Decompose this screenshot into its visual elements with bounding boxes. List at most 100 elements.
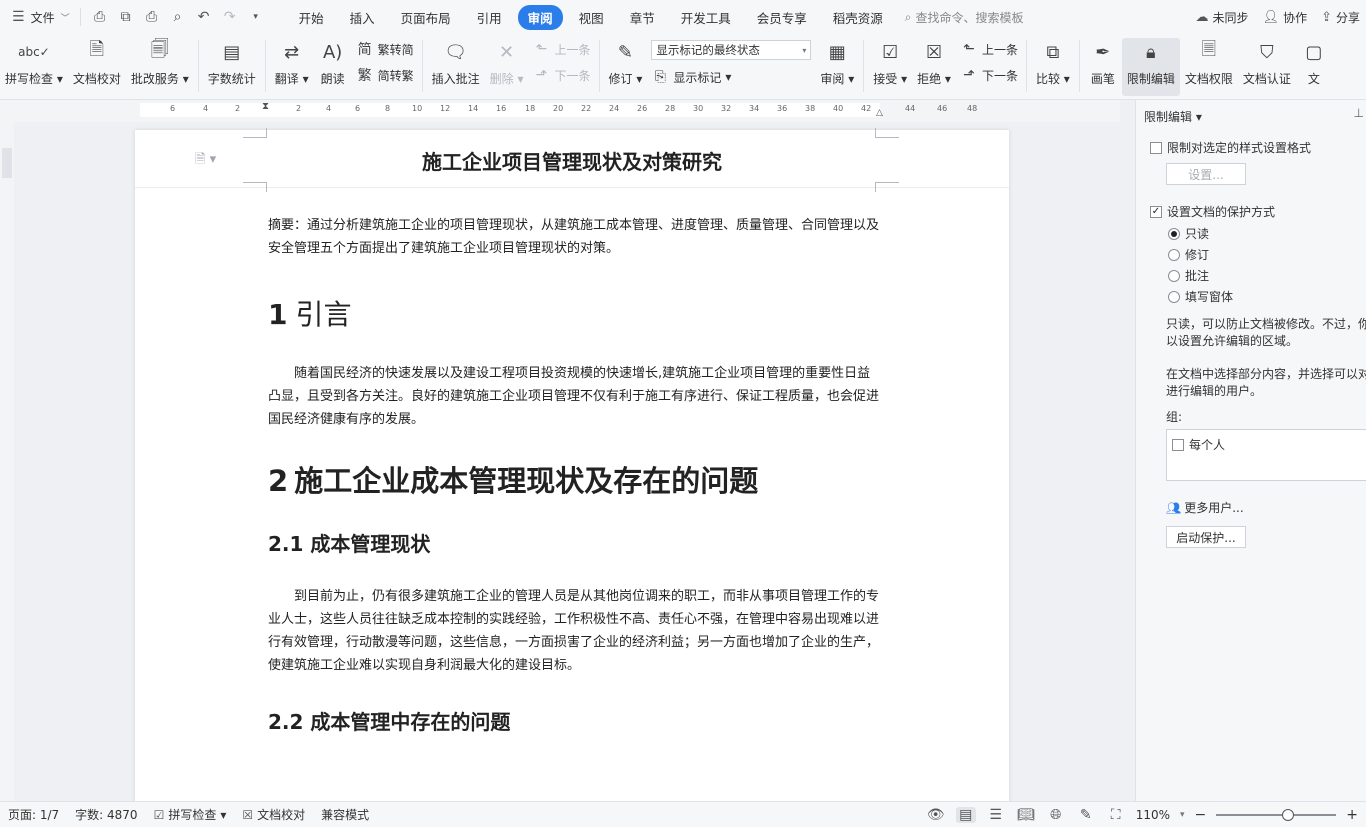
- outline-view-icon[interactable]: ☰: [986, 807, 1006, 823]
- read-aloud-button[interactable]: A) 朗读: [314, 38, 352, 96]
- ruler-tick: 44: [905, 104, 916, 113]
- heading-text: 引言: [295, 298, 352, 331]
- ribbon-overflow-button[interactable]: ▢ 文: [1296, 38, 1328, 96]
- reading-view-icon[interactable]: 📖︎: [1016, 807, 1036, 823]
- tab-review[interactable]: 审阅: [517, 4, 563, 30]
- undo-icon[interactable]: ↶: [193, 9, 215, 25]
- save-icon[interactable]: ⎙: [89, 9, 111, 25]
- indent-marker[interactable]: ⧗: [262, 101, 269, 112]
- pane-description-2: 在文档中选择部分内容，并选择可以对 进行编辑的用户。: [1166, 366, 1366, 400]
- revise-button[interactable]: ✎ 修订 ▾: [604, 38, 648, 96]
- sync-status-button[interactable]: ☁ 未同步: [1196, 9, 1249, 26]
- chevron-down-icon[interactable]: ▾: [1180, 810, 1185, 820]
- reject-button[interactable]: ☒ 拒绝 ▾: [912, 38, 956, 96]
- print-icon[interactable]: ⎙: [141, 9, 163, 25]
- document-page[interactable]: 🗎︎ ▾ 施工企业项目管理现状及对策研究 摘要：通过分析建筑施工企业的项目管理现…: [135, 128, 1009, 801]
- compare-button[interactable]: ⧉ 比较 ▾: [1031, 38, 1075, 96]
- radio-readonly[interactable]: 只读: [1168, 225, 1209, 242]
- command-search[interactable]: ⌕ 查找命令、搜索模板: [905, 9, 1024, 26]
- pen-button[interactable]: ✒ 画笔: [1084, 38, 1122, 96]
- export-pdf-icon[interactable]: ⧉: [115, 9, 137, 25]
- page-header[interactable]: 🗎︎ ▾ 施工企业项目管理现状及对策研究: [135, 130, 1009, 188]
- everyone-checkbox[interactable]: 每个人: [1172, 436, 1225, 453]
- doc-proof-status-label: 文档校对: [257, 808, 306, 822]
- group-list[interactable]: 每个人: [1166, 429, 1366, 481]
- insert-comment-button[interactable]: 🗨︎ 插入批注: [427, 38, 485, 96]
- tab-references[interactable]: 引用: [467, 5, 512, 30]
- correction-service-button[interactable]: 🗐︎ 批改服务 ▾: [126, 38, 194, 96]
- review-pane-button[interactable]: ▦ 审阅 ▾: [815, 38, 859, 96]
- restrict-edit-button[interactable]: 🔒︎ 限制编辑: [1121, 38, 1180, 96]
- limit-format-checkbox[interactable]: 限制对选定的样式设置格式: [1150, 139, 1311, 156]
- share-button[interactable]: ⇪ 分享: [1321, 9, 1360, 26]
- tab-developer[interactable]: 开发工具: [671, 5, 741, 30]
- tab-member[interactable]: 会员专享: [747, 5, 817, 30]
- zoom-slider-thumb[interactable]: [1282, 809, 1295, 821]
- show-markup-button[interactable]: ⎘ 显示标记 ▾: [651, 68, 811, 86]
- file-menu[interactable]: ☰ 文件 ﹀: [0, 0, 80, 34]
- translate-label: 翻译: [274, 72, 299, 86]
- spell-check-button[interactable]: abc✓ 拼写检查 ▾: [0, 38, 68, 96]
- redo-icon[interactable]: ↷: [219, 9, 241, 25]
- markup-state-select[interactable]: 显示标记的最终状态 ▾: [651, 40, 812, 60]
- review-pane-icon: ▦: [828, 41, 846, 63]
- next-change-button[interactable]: ⬏ 下一条: [960, 66, 1018, 84]
- protect-method-checkbox[interactable]: ✓ 设置文档的保护方式: [1150, 203, 1275, 220]
- document-body[interactable]: 摘要：通过分析建筑施工企业的项目管理现状，从建筑施工成本管理、进度管理、质量管理…: [268, 214, 880, 763]
- doc-auth-button[interactable]: ⛉ 文档认证: [1238, 38, 1296, 96]
- next-change-icon: ⬏: [963, 67, 975, 83]
- collab-button[interactable]: 👤︎ 协作: [1263, 9, 1308, 26]
- fit-page-icon[interactable]: ⛶: [1106, 807, 1126, 823]
- pane-title[interactable]: 限制编辑 ▾: [1144, 108, 1202, 125]
- doc-proof-button[interactable]: 🗎︎ 文档校对: [68, 38, 126, 96]
- tab-view[interactable]: 视图: [569, 5, 614, 30]
- translate-button[interactable]: ⇄ 翻译 ▾: [270, 38, 314, 96]
- prev-comment-button[interactable]: ⬑ 上一条: [533, 40, 591, 58]
- pin-icon[interactable]: ⊥: [1354, 106, 1364, 120]
- tab-section[interactable]: 章节: [620, 5, 665, 30]
- radio-comment[interactable]: 批注: [1168, 267, 1209, 284]
- radio-comment-label: 批注: [1185, 269, 1210, 283]
- right-indent-marker[interactable]: △: [876, 108, 883, 118]
- command-search-placeholder: 查找命令、搜索模板: [915, 10, 1024, 25]
- zoom-out-icon[interactable]: −: [1195, 807, 1207, 823]
- eye-protection-icon[interactable]: 👁︎: [926, 807, 946, 823]
- word-count-button[interactable]: ▤ 字数统计: [203, 38, 261, 96]
- tab-insert[interactable]: 插入: [340, 5, 385, 30]
- trad-to-simp-button[interactable]: 简繁转简: [356, 40, 414, 58]
- ruler-tick: 42: [861, 104, 872, 113]
- simp-to-trad-button[interactable]: 繁简转繁: [356, 66, 414, 84]
- horizontal-ruler[interactable]: 6 4 2 2 4 6 8 10 12 14 16 18 20 22 24 26…: [0, 100, 1120, 122]
- doc-permission-button[interactable]: 🗏︎ 文档权限: [1180, 38, 1238, 96]
- zoom-in-icon[interactable]: +: [1346, 807, 1358, 823]
- delete-comment-button[interactable]: ✕ 删除 ▾: [485, 38, 529, 96]
- tab-home[interactable]: 开始: [289, 5, 334, 30]
- desc-line: 在文档中选择部分内容，并选择可以对: [1166, 367, 1366, 381]
- radio-revision[interactable]: 修订: [1168, 246, 1209, 263]
- tab-docer[interactable]: 稻壳资源: [823, 5, 893, 30]
- format-settings-button[interactable]: 设置...: [1166, 163, 1246, 185]
- radio-fill-form[interactable]: 填写窗体: [1168, 288, 1233, 305]
- page-indicator[interactable]: 页面: 1/7: [0, 806, 67, 823]
- ruler-tick: 6: [170, 104, 176, 113]
- page-view-icon[interactable]: ▤: [955, 807, 976, 823]
- pen-mode-icon[interactable]: ✎: [1076, 807, 1096, 823]
- customize-qat-icon[interactable]: ▾: [245, 12, 267, 22]
- tab-page-layout[interactable]: 页面布局: [391, 5, 461, 30]
- accept-button[interactable]: ☑ 接受 ▾: [868, 38, 912, 96]
- word-count-indicator[interactable]: 字数: 4870: [67, 806, 145, 823]
- margin-corner: [875, 182, 899, 192]
- doc-proof-status[interactable]: ☒ 文档校对: [234, 806, 313, 823]
- print-preview-icon[interactable]: ⌕: [167, 9, 189, 25]
- web-view-icon[interactable]: 🌐︎: [1046, 807, 1066, 823]
- more-users-link[interactable]: 👥︎ 更多用户...: [1166, 499, 1244, 516]
- spell-check-status[interactable]: ☑ 拼写检查 ▾: [146, 806, 235, 823]
- start-protection-button[interactable]: 启动保护...: [1166, 526, 1246, 548]
- next-comment-button[interactable]: ⬏ 下一条: [533, 66, 591, 84]
- prev-change-button[interactable]: ⬑ 上一条: [960, 40, 1018, 58]
- insert-comment-label: 插入批注: [431, 72, 480, 86]
- radio-circle: [1168, 227, 1180, 240]
- zoom-level[interactable]: 110%: [1136, 808, 1170, 822]
- ribbon-overflow-label: 文: [1307, 72, 1320, 86]
- zoom-slider[interactable]: [1216, 809, 1337, 821]
